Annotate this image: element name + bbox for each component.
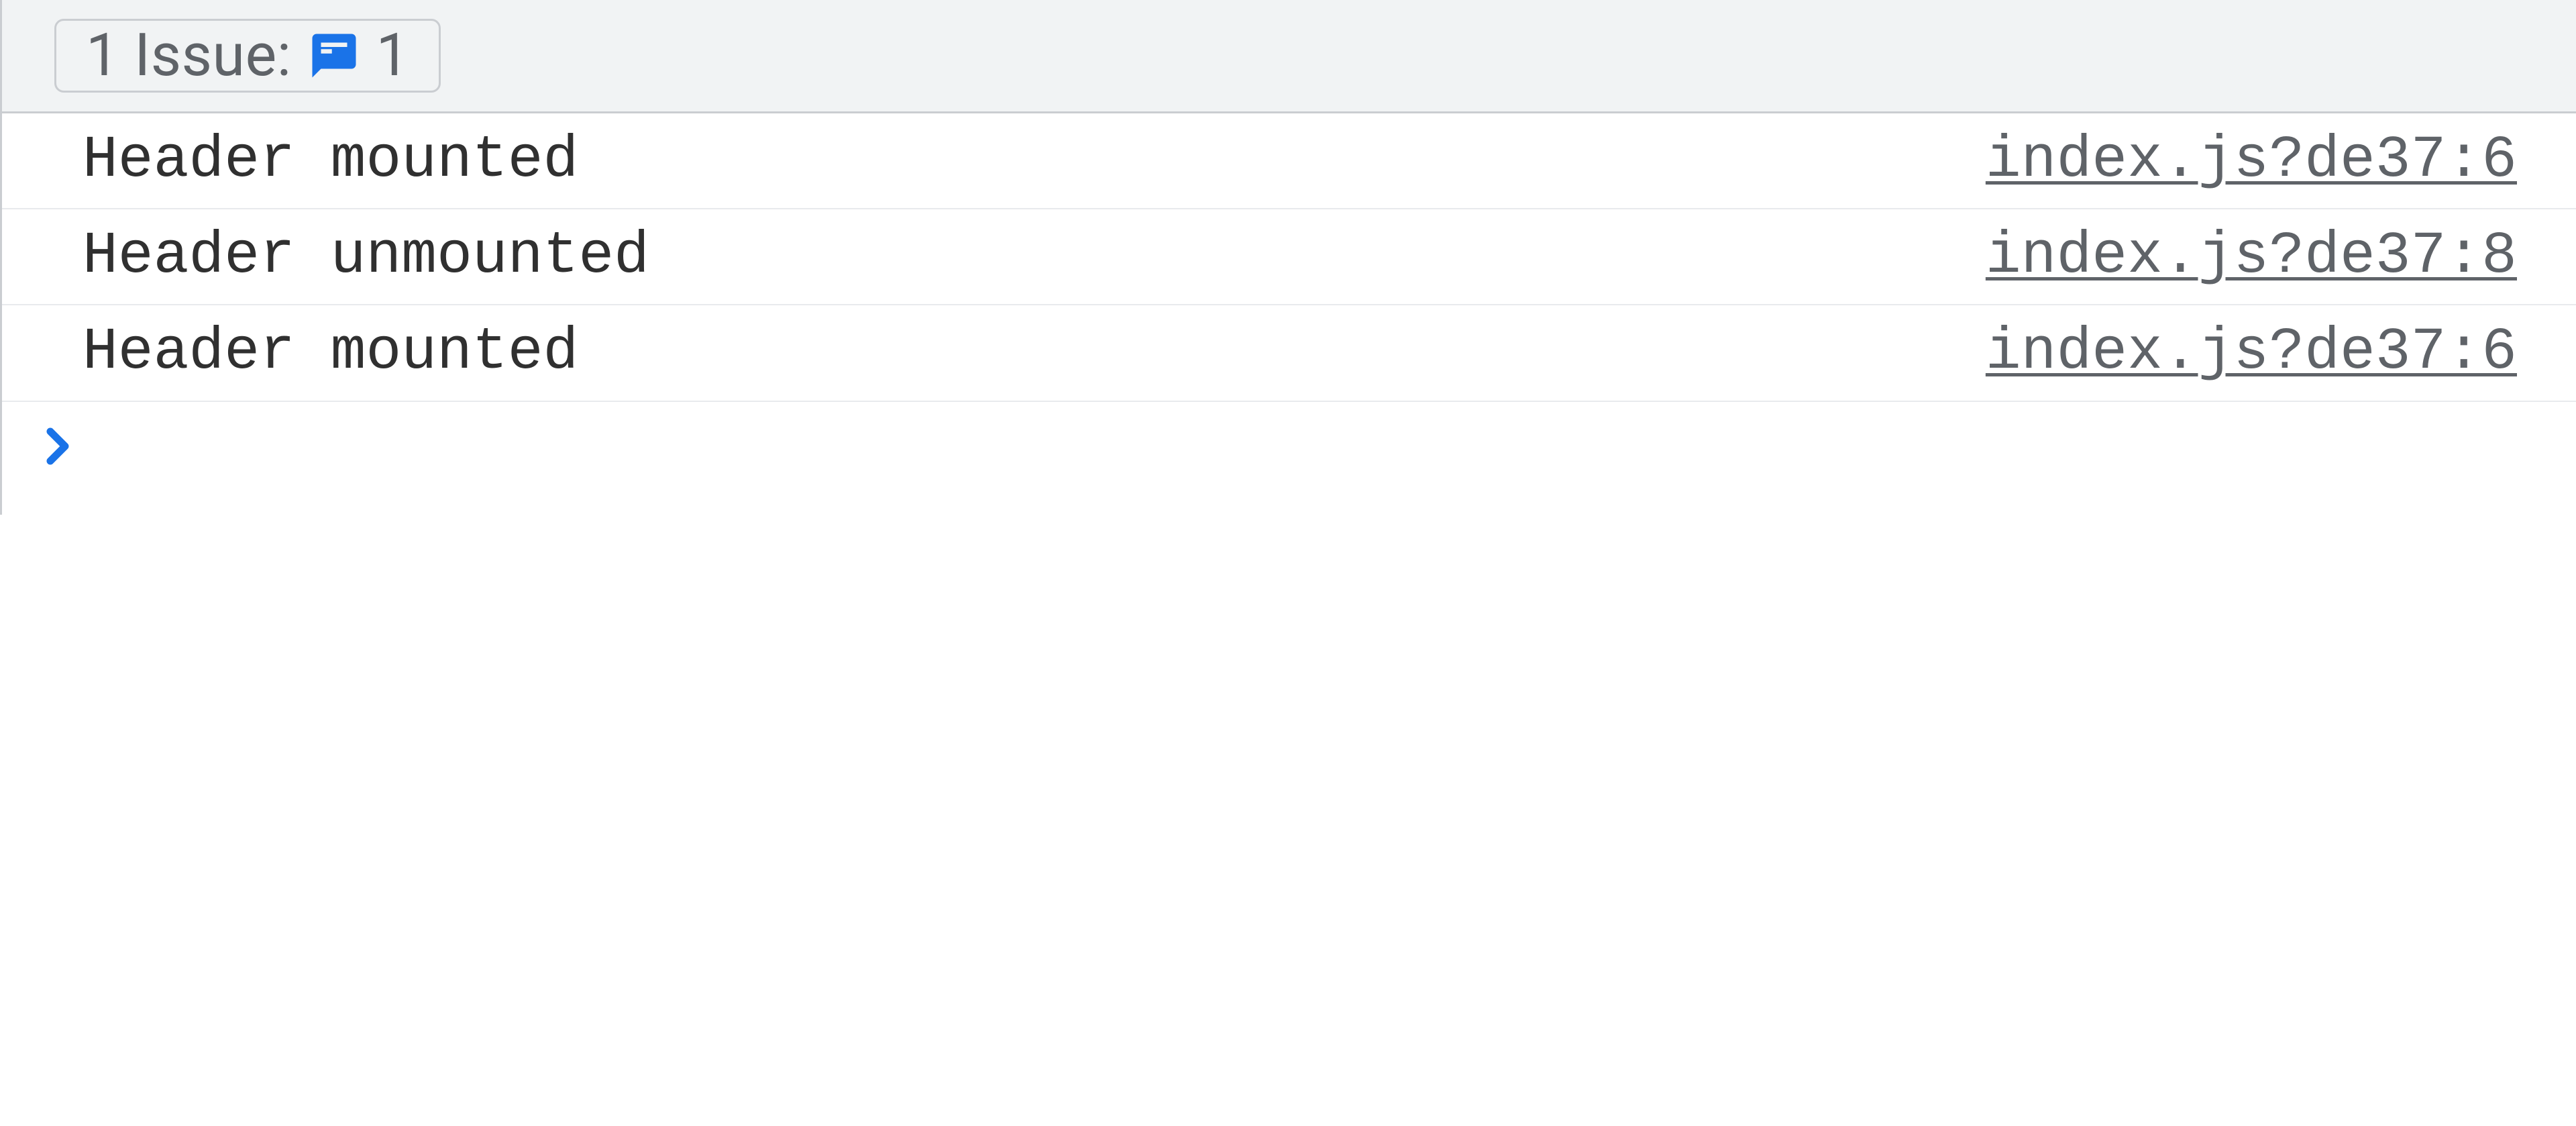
console-log-source-link[interactable]: index.js?de37:6: [1986, 127, 2517, 195]
issues-chip-count: 1: [376, 26, 409, 85]
console-log-row: Header unmounted index.js?de37:8: [2, 209, 2576, 305]
console-toolbar: 1 Issue: 1: [0, 0, 2576, 113]
console-log-row: Header mounted index.js?de37:6: [2, 305, 2576, 401]
issues-chip[interactable]: 1 Issue: 1: [54, 19, 441, 93]
console-log-list: Header mounted index.js?de37:6 Header un…: [0, 113, 2576, 402]
issues-chip-label: 1 Issue:: [86, 26, 292, 85]
console-log-message: Header mounted: [83, 127, 578, 195]
console-log-row: Header mounted index.js?de37:6: [2, 113, 2576, 209]
console-log-source-link[interactable]: index.js?de37:8: [1986, 223, 2517, 291]
console-log-message: Header unmounted: [83, 223, 649, 291]
chevron-right-icon: [36, 418, 80, 474]
console-log-source-link[interactable]: index.js?de37:6: [1986, 319, 2517, 387]
console-log-message: Header mounted: [83, 319, 578, 387]
message-icon: [308, 30, 360, 82]
console-prompt[interactable]: [0, 402, 2576, 515]
